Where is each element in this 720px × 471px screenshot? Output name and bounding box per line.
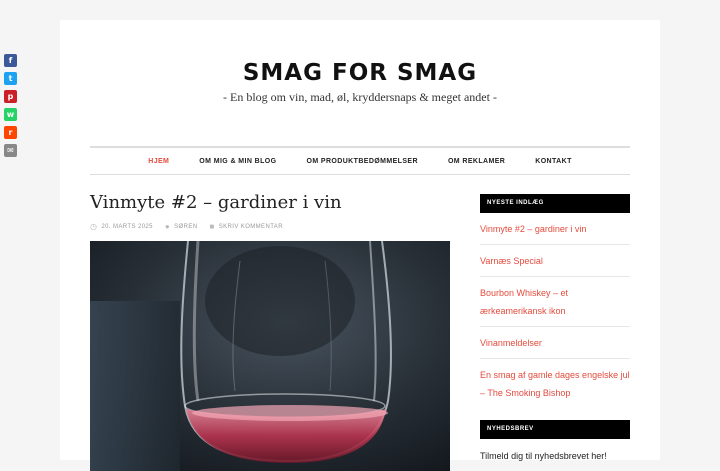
email-icon[interactable]: ✉ xyxy=(4,144,17,157)
nav-item-om-mig[interactable]: OM MIG & MIN BLOG xyxy=(199,158,276,165)
newsletter-title: NYHEDSBREV xyxy=(480,420,630,439)
reddit-glyph: r xyxy=(8,127,13,137)
list-item: Bourbon Whiskey – et ærkeamerikansk ikon xyxy=(480,277,630,327)
post-date[interactable]: ◷ 20. MARTS 2025 xyxy=(90,222,153,231)
user-icon: ● xyxy=(164,222,171,231)
reddit-icon[interactable]: r xyxy=(4,126,17,139)
sidebar: NYESTE INDLÆG Vinmyte #2 – gardiner i vi… xyxy=(480,194,630,461)
post-author-text: SØREN xyxy=(174,223,198,230)
site-title[interactable]: SMAG FOR SMAG xyxy=(60,60,660,86)
list-item: Vinanmeldelser xyxy=(480,327,630,359)
pinterest-icon[interactable]: p xyxy=(4,90,17,103)
social-share-bar: f t p w r ✉ xyxy=(4,54,18,162)
list-item: En smag af gamle dages engelske jul – Th… xyxy=(480,359,630,408)
email-glyph: ✉ xyxy=(7,145,14,155)
post-comment-link[interactable]: ■ SKRIV KOMMENTAR xyxy=(209,222,282,231)
recent-post-link[interactable]: En smag af gamle dages engelske jul – Th… xyxy=(480,370,630,398)
facebook-glyph: f xyxy=(8,55,13,65)
nav-item-hjem[interactable]: HJEM xyxy=(148,158,169,165)
recent-posts-title: NYESTE INDLÆG xyxy=(480,194,630,213)
list-item: Vinmyte #2 – gardiner i vin xyxy=(480,213,630,245)
recent-post-link[interactable]: Vinmyte #2 – gardiner i vin xyxy=(480,224,586,234)
post-author[interactable]: ● SØREN xyxy=(165,222,198,231)
featured-image-wine-glass[interactable] xyxy=(90,241,450,471)
twitter-glyph: t xyxy=(8,73,13,83)
recent-posts-list: Vinmyte #2 – gardiner i vin Varnæs Speci… xyxy=(480,213,630,408)
whatsapp-glyph: w xyxy=(6,109,15,119)
twitter-icon[interactable]: t xyxy=(4,72,17,85)
post-title[interactable]: Vinmyte #2 – gardiner i vin xyxy=(90,192,342,213)
page-container: SMAG FOR SMAG - En blog om vin, mad, øl,… xyxy=(60,20,660,471)
post-date-text: 20. MARTS 2025 xyxy=(101,223,153,230)
nav-item-kontakt[interactable]: KONTAKT xyxy=(535,158,572,165)
site-tagline: - En blog om vin, mad, øl, kryddersnaps … xyxy=(223,90,497,104)
nav-item-om-reklamer[interactable]: OM REKLAMER xyxy=(448,158,505,165)
main-navigation: HJEM OM MIG & MIN BLOG OM PRODUKTBEDØMME… xyxy=(90,146,630,175)
recent-post-link[interactable]: Vinanmeldelser xyxy=(480,338,542,348)
post-comment-text: SKRIV KOMMENTAR xyxy=(218,223,283,230)
facebook-icon[interactable]: f xyxy=(4,54,17,67)
list-item: Varnæs Special xyxy=(480,245,630,277)
recent-post-link[interactable]: Bourbon Whiskey – et ærkeamerikansk ikon xyxy=(480,288,568,316)
post-meta: ◷ 20. MARTS 2025 ● SØREN ■ SKRIV KOMMENT… xyxy=(90,222,295,231)
recent-post-link[interactable]: Varnæs Special xyxy=(480,256,543,266)
nav-item-om-produktbedommelser[interactable]: OM PRODUKTBEDØMMELSER xyxy=(306,158,417,165)
wine-glass-photo xyxy=(90,241,450,471)
pinterest-glyph: p xyxy=(7,91,14,101)
whatsapp-icon[interactable]: w xyxy=(4,108,17,121)
comment-icon: ■ xyxy=(209,222,215,231)
clock-icon: ◷ xyxy=(90,222,98,231)
newsletter-text: Tilmeld dig til nyhedsbrevet her! xyxy=(480,451,607,461)
